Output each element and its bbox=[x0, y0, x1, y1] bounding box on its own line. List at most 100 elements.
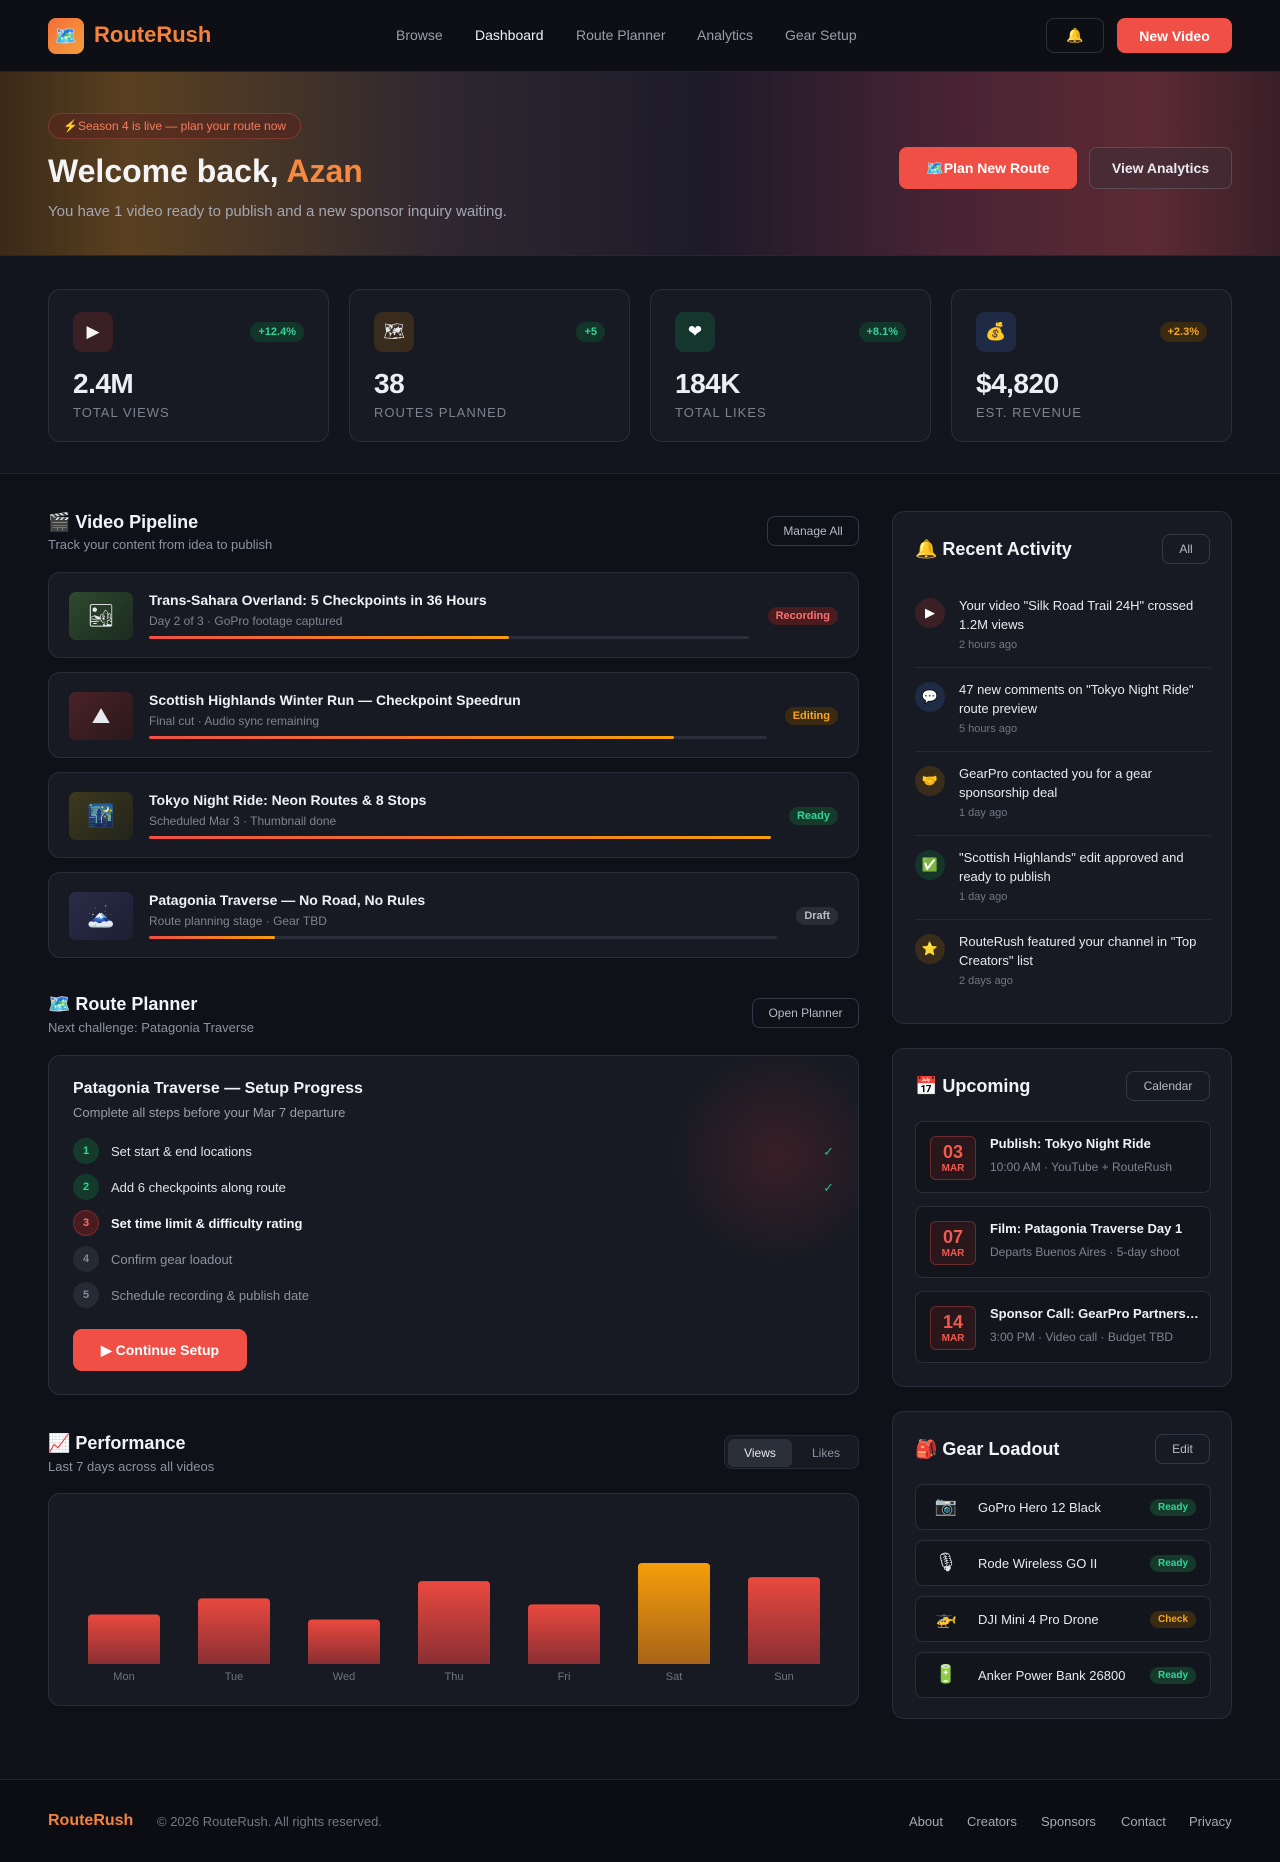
bar-thu[interactable] bbox=[418, 1581, 490, 1664]
gear-name: GoPro Hero 12 Black bbox=[978, 1500, 1101, 1515]
event-day: 14 bbox=[942, 1312, 964, 1332]
gear-name: Anker Power Bank 26800 bbox=[978, 1668, 1126, 1683]
event-month: MAR bbox=[941, 1248, 965, 1259]
nav-link-gear-setup[interactable]: Gear Setup bbox=[785, 27, 857, 43]
gear-item[interactable]: 🎙 Rode Wireless GO II Ready bbox=[915, 1540, 1211, 1586]
progress-fill bbox=[149, 636, 509, 639]
bar-wed[interactable] bbox=[308, 1619, 380, 1664]
pipeline-item[interactable]: 🌃 Tokyo Night Ride: Neon Routes & 8 Stop… bbox=[48, 772, 859, 858]
setup-step[interactable]: 5 Schedule recording & publish date bbox=[73, 1282, 309, 1308]
upcoming-card: 📅 Upcoming Calendar 03 MAR Publish: Tokyo… bbox=[892, 1048, 1232, 1387]
progress-bar bbox=[149, 836, 771, 839]
night-city-icon: 🌃 bbox=[69, 792, 133, 840]
activity-text: Your video "Silk Road Trail 24H" crossed… bbox=[959, 598, 1194, 632]
event-subtitle: Departs Buenos Aires · 5-day shoot bbox=[990, 1245, 1180, 1259]
bar-sat[interactable] bbox=[638, 1563, 710, 1664]
status-badge: Ready bbox=[1149, 1499, 1196, 1516]
activity-item[interactable]: 🤝 GearPro contacted you for a gear spons… bbox=[915, 764, 1211, 824]
progress-bar bbox=[149, 936, 777, 939]
footer-link-sponsors[interactable]: Sponsors bbox=[1041, 1814, 1096, 1829]
checkmark-icon: ✓ bbox=[823, 1180, 834, 1195]
upcoming-event[interactable]: 07 MAR Film: Patagonia Traverse Day 1 Dep… bbox=[915, 1206, 1211, 1278]
activity-all-button[interactable]: All bbox=[1162, 534, 1210, 564]
bar-fri[interactable] bbox=[528, 1604, 600, 1664]
step-label: Set start & end locations bbox=[111, 1143, 252, 1159]
footer-logo[interactable]: RouteRush bbox=[48, 1812, 133, 1830]
continue-setup-button[interactable]: ▶ Continue Setup bbox=[73, 1329, 247, 1371]
event-title: Sponsor Call: GearPro Partnership bbox=[990, 1306, 1202, 1321]
stat-change: +12.4% bbox=[250, 322, 304, 342]
status-badge: Check bbox=[1149, 1611, 1196, 1628]
x-tick-label: Thu bbox=[445, 1671, 464, 1683]
footer-copyright: © 2026 RouteRush. All rights reserved. bbox=[157, 1814, 382, 1829]
stat-value: 2.4M bbox=[73, 368, 134, 399]
activity-item[interactable]: ▶ Your video "Silk Road Trail 24H" cross… bbox=[915, 596, 1211, 656]
toggle-likes[interactable]: Likes bbox=[797, 1439, 855, 1467]
footer-link-creators[interactable]: Creators bbox=[967, 1814, 1017, 1829]
step-label: Set time limit & difficulty rating bbox=[111, 1215, 303, 1231]
activity-item[interactable]: ✅ "Scottish Highlands" edit approved and… bbox=[915, 848, 1211, 908]
status-badge: Ready bbox=[788, 807, 838, 825]
manage-all-button[interactable]: Manage All bbox=[767, 516, 859, 546]
metric-toggle: Views Likes bbox=[724, 1435, 859, 1469]
map-icon[interactable]: 🗺️ bbox=[48, 18, 84, 54]
activity-text: "Scottish Highlands" edit approved and r… bbox=[959, 850, 1184, 884]
stat-value: 184K bbox=[675, 368, 740, 399]
route-planner-subtitle: Next challenge: Patagonia Traverse bbox=[48, 1020, 254, 1035]
recent-activity-card: 🔔 Recent Activity All ▶ Your video "Silk… bbox=[892, 511, 1232, 1024]
view-analytics-button[interactable]: View Analytics bbox=[1089, 147, 1232, 189]
divider bbox=[915, 919, 1211, 920]
bar-mon[interactable] bbox=[88, 1614, 160, 1664]
setup-progress-card: Patagonia Traverse — Setup Progress Comp… bbox=[48, 1055, 859, 1395]
setup-step[interactable]: 2 Add 6 checkpoints along route bbox=[73, 1174, 286, 1200]
footer-link-privacy[interactable]: Privacy bbox=[1189, 1814, 1232, 1829]
pipeline-item[interactable]: ⛰ Scottish Highlands Winter Run — Checkp… bbox=[48, 672, 859, 758]
activity-item[interactable]: 💬 47 new comments on "Tokyo Night Ride" … bbox=[915, 680, 1211, 740]
open-planner-button[interactable]: Open Planner bbox=[752, 998, 859, 1028]
bar-chart: Mon Tue Wed Thu Fri Sat Sun bbox=[88, 1563, 820, 1683]
footer-link-about[interactable]: About bbox=[909, 1814, 943, 1829]
stat-card-revenue: 💰 +2.3% $4,820 EST. REVENUE bbox=[951, 289, 1232, 442]
pipeline-item[interactable]: 🗻 Patagonia Traverse — No Road, No Rules… bbox=[48, 872, 859, 958]
new-video-button[interactable]: New Video bbox=[1117, 18, 1232, 53]
toggle-views[interactable]: Views bbox=[728, 1439, 792, 1467]
comment-icon: 💬 bbox=[915, 682, 945, 712]
handshake-icon: 🤝 bbox=[915, 766, 945, 796]
nav-link-analytics[interactable]: Analytics bbox=[697, 27, 753, 43]
divider bbox=[915, 835, 1211, 836]
edit-gear-button[interactable]: Edit bbox=[1155, 1434, 1210, 1464]
calendar-button[interactable]: Calendar bbox=[1126, 1071, 1210, 1101]
logo[interactable]: RouteRush bbox=[94, 22, 211, 48]
setup-step[interactable]: 4 Confirm gear loadout bbox=[73, 1246, 232, 1272]
activity-item[interactable]: ⭐ RouteRush featured your channel in "To… bbox=[915, 932, 1211, 992]
x-tick-label: Sat bbox=[666, 1671, 683, 1683]
bell-icon[interactable]: 🔔 bbox=[1046, 18, 1104, 53]
bar-sun[interactable] bbox=[748, 1577, 820, 1664]
performance-subtitle: Last 7 days across all videos bbox=[48, 1459, 215, 1474]
play-icon: ▶ bbox=[73, 312, 113, 352]
gear-item[interactable]: 🚁 DJI Mini 4 Pro Drone Check bbox=[915, 1596, 1211, 1642]
setup-step[interactable]: 1 Set start & end locations bbox=[73, 1138, 252, 1164]
nav-link-dashboard[interactable]: Dashboard bbox=[475, 27, 544, 43]
footer-link-contact[interactable]: Contact bbox=[1121, 1814, 1166, 1829]
pipeline-item-title: Scottish Highlands Winter Run — Checkpoi… bbox=[149, 692, 521, 708]
x-tick-label: Wed bbox=[333, 1671, 355, 1683]
pipeline-item-title: Trans-Sahara Overland: 5 Checkpoints in … bbox=[149, 592, 487, 608]
event-title: Film: Patagonia Traverse Day 1 bbox=[990, 1221, 1183, 1236]
upcoming-event[interactable]: 03 MAR Publish: Tokyo Night Ride 10:00 AM… bbox=[915, 1121, 1211, 1193]
upcoming-event[interactable]: 14 MAR Sponsor Call: GearPro Partnership … bbox=[915, 1291, 1211, 1363]
nav-link-browse[interactable]: Browse bbox=[396, 27, 443, 43]
activity-time: 1 day ago bbox=[959, 807, 1008, 819]
gear-item[interactable]: 📷 GoPro Hero 12 Black Ready bbox=[915, 1484, 1211, 1530]
nav-link-route-planner[interactable]: Route Planner bbox=[576, 27, 666, 43]
gear-item[interactable]: 🔋 Anker Power Bank 26800 Ready bbox=[915, 1652, 1211, 1698]
glow-decoration bbox=[668, 1056, 858, 1266]
progress-fill bbox=[149, 836, 771, 839]
plan-new-route-button[interactable]: 🗺️Plan New Route bbox=[899, 147, 1077, 189]
stat-label: ROUTES PLANNED bbox=[374, 405, 508, 420]
event-month: MAR bbox=[941, 1333, 965, 1344]
bar-tue[interactable] bbox=[198, 1598, 270, 1664]
setup-step[interactable]: 3 Set time limit & difficulty rating bbox=[73, 1210, 302, 1236]
pipeline-subtitle: Track your content from idea to publish bbox=[48, 537, 273, 552]
pipeline-item[interactable]: 🏜 Trans-Sahara Overland: 5 Checkpoints i… bbox=[48, 572, 859, 658]
